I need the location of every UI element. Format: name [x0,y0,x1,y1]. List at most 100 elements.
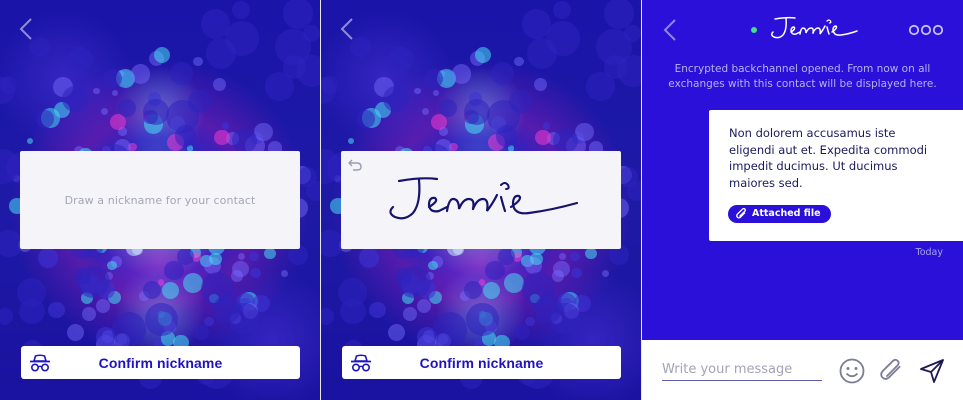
bokeh-dot [0,308,14,325]
bokeh-dot [27,137,34,144]
draw-nickname-screen: Draw a nickname for your contact Confirm… [0,0,320,400]
bokeh-dot [95,298,110,313]
bokeh-dot [423,68,443,88]
send-icon[interactable] [918,357,946,385]
bokeh-dot [414,87,421,94]
bokeh-dot [552,270,565,283]
bokeh-dot [38,248,58,268]
chat-screen: Encrypted backchannel opened. From now o… [642,0,963,400]
bokeh-dot [164,260,184,281]
chat-conversation: Encrypted backchannel opened. From now o… [642,0,963,340]
undo-icon[interactable] [347,157,363,173]
bokeh-dot [82,307,96,322]
bokeh-dot [212,77,227,92]
online-status-dot [751,27,757,33]
confirm-nickname-button[interactable]: Confirm nickname [342,346,621,379]
bokeh-dot [558,252,567,261]
bokeh-dot [535,129,551,146]
bokeh-dot [66,46,93,73]
drawn-nickname-signature [389,177,579,220]
bokeh-dot [357,110,375,128]
bokeh-dot [421,107,429,116]
bokeh-dot [485,260,505,281]
attached-file-button[interactable]: Attached file [728,205,831,223]
confirm-nickname-button[interactable]: Confirm nickname [21,346,300,379]
bokeh-dot [387,324,405,342]
bokeh-dot [348,137,355,144]
bokeh-dot [36,110,54,128]
bokeh-dot [254,123,273,142]
paperclip-icon[interactable] [878,357,906,385]
bokeh-dot [130,64,151,85]
bokeh-dot [596,29,632,65]
bokeh-dot [571,267,582,279]
bokeh-dot [221,122,229,130]
bokeh-dot [514,56,524,67]
bokeh-dot [283,0,314,29]
bokeh-dot [200,9,231,39]
back-arrow-icon[interactable] [337,16,359,42]
contact-nickname-signature [770,16,858,39]
bokeh-dot [339,298,366,325]
bokeh-dot [249,251,259,262]
bokeh-dot [604,0,635,29]
back-arrow-icon[interactable] [661,17,681,43]
message-input[interactable] [662,359,822,381]
confirm-nickname-label: Confirm nickname [419,354,544,371]
bokeh-dot [232,0,251,19]
bokeh-dot [521,9,552,39]
bokeh-dot [464,98,491,125]
bokeh-dot [143,281,162,299]
bokeh-dot [432,89,440,97]
bokeh-dot [395,267,413,285]
system-message: Encrypted backchannel opened. From now o… [668,63,937,90]
bokeh-dot [231,127,257,154]
draw-hint: Draw a nickname for your contact [64,193,256,207]
incognito-icon [30,354,50,372]
bokeh-dot [145,302,179,336]
bokeh-dot [0,76,18,94]
bokeh-dot [161,281,179,299]
confirm-nickname-label: Confirm nickname [98,354,223,371]
bokeh-dot [464,281,483,299]
bokeh-dot [490,61,514,85]
drawn-nickname-screen: Confirm nickname [321,0,641,400]
bokeh-dot [359,248,379,268]
bokeh-dot [514,324,531,341]
bokeh-dot [169,61,193,85]
bokeh-dot [482,281,500,299]
bokeh-dot [187,90,211,114]
bokeh-dot [237,252,246,261]
attached-file-label: Attached file [752,208,821,219]
bokeh-dot [451,64,472,85]
bokeh-dot [48,301,65,319]
bokeh-dot [432,312,468,347]
bokeh-dot [193,324,210,341]
drawing-canvas[interactable] [341,151,621,249]
bokeh-dot [474,47,491,64]
more-options-icon[interactable] [908,22,944,38]
message-text: Non dolorem accusamus iste eligendi aut … [729,126,928,190]
bokeh-dot [306,181,320,202]
bokeh-dot [387,46,414,73]
incognito-icon [351,354,371,372]
bokeh-dot [508,90,532,114]
bokeh-dot [403,307,417,322]
bokeh-dot [280,270,289,278]
bokeh-dot [264,247,276,259]
bokeh-dot [585,247,597,259]
bokeh-dot [369,301,386,319]
bokeh-dot [428,260,438,271]
paperclip-icon [736,208,746,219]
emoji-icon[interactable] [838,357,866,385]
drawing-canvas[interactable]: Draw a nickname for your contact [20,151,300,249]
bokeh-dot [74,267,92,285]
bokeh-dot [570,251,580,262]
bokeh-dot [62,85,89,112]
back-arrow-icon[interactable] [16,16,38,42]
bokeh-dot [275,29,311,65]
bokeh-dot [321,308,335,325]
message-composer [642,340,963,400]
bokeh-dot [553,0,572,19]
bokeh-dot [18,298,45,325]
